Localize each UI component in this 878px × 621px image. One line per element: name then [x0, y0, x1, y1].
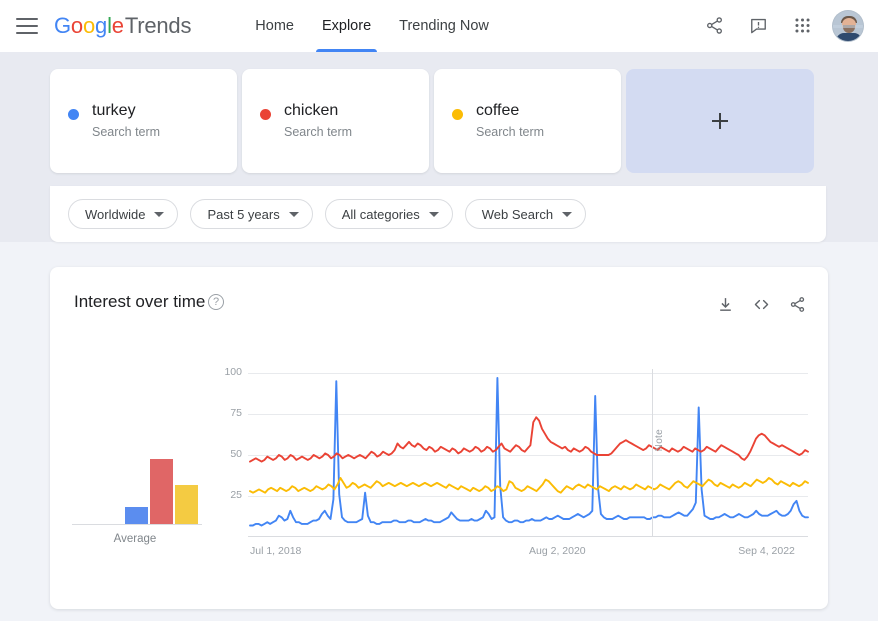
- filter-location[interactable]: Worldwide: [68, 199, 178, 229]
- app-header: Google Trends Home Explore Trending Now: [0, 0, 878, 52]
- chevron-down-icon: [154, 212, 164, 217]
- hamburger-icon[interactable]: [16, 18, 38, 34]
- query-panel: turkey Search term chicken Search term c…: [0, 52, 878, 242]
- feedback-icon[interactable]: [738, 6, 778, 46]
- time-series-chart: 100 75 50 25 Note Jul 1, 2018 Aug 2, 202…: [212, 367, 828, 567]
- chart-plot-area: Average 100 75 50 25 Note Jul 1, 2018: [50, 367, 828, 567]
- nav-item-explore[interactable]: Explore: [308, 0, 385, 52]
- average-label: Average: [60, 533, 210, 545]
- nav-item-home[interactable]: Home: [241, 0, 308, 52]
- x-axis: [248, 536, 808, 537]
- search-term-card-chicken[interactable]: chicken Search term: [242, 69, 429, 173]
- filter-search-type-label: Web Search: [482, 207, 553, 222]
- chevron-down-icon: [289, 212, 299, 217]
- search-term-card-turkey[interactable]: turkey Search term: [50, 69, 237, 173]
- x-tick-start: Jul 1, 2018: [250, 545, 301, 557]
- search-term-label: turkey: [92, 102, 136, 120]
- series-color-dot-chicken: [260, 109, 271, 120]
- product-name: Trends: [125, 13, 191, 39]
- x-tick-end: Sep 4, 2022: [738, 545, 795, 557]
- average-bar-turkey[interactable]: [125, 507, 148, 524]
- google-wordmark: Google: [54, 13, 124, 39]
- chevron-down-icon: [562, 212, 572, 217]
- google-trends-page: Google Trends Home Explore Trending Now: [0, 0, 878, 621]
- search-term-label: coffee: [476, 102, 519, 120]
- note-annotation-line: [652, 369, 653, 536]
- share-icon[interactable]: [694, 6, 734, 46]
- series-line-turkey: [250, 378, 808, 526]
- google-trends-logo[interactable]: Google Trends: [54, 13, 191, 39]
- search-term-card-coffee[interactable]: coffee Search term: [434, 69, 621, 173]
- add-comparison-button[interactable]: [626, 69, 814, 173]
- page-title: Interest over time: [74, 292, 205, 312]
- search-term-cards: turkey Search term chicken Search term c…: [50, 69, 814, 173]
- search-term-label: chicken: [284, 102, 338, 120]
- chevron-down-icon: [429, 212, 439, 217]
- interest-over-time-card: Interest over time ?: [50, 267, 828, 609]
- x-tick-middle: Aug 2, 2020: [529, 545, 586, 557]
- average-bar-chicken[interactable]: [150, 459, 173, 524]
- filter-bar: Worldwide Past 5 years All categories We…: [50, 186, 826, 242]
- search-term-type: Search term: [284, 125, 352, 139]
- share-icon[interactable]: [784, 291, 810, 317]
- avatar[interactable]: [832, 10, 864, 42]
- note-annotation-label: Note: [654, 429, 665, 451]
- embed-code-icon[interactable]: [748, 291, 774, 317]
- nav-item-trending-now[interactable]: Trending Now: [385, 0, 503, 52]
- average-baseline: [72, 524, 202, 525]
- help-icon[interactable]: ?: [208, 294, 224, 310]
- search-term-type: Search term: [92, 125, 160, 139]
- filter-time-range-label: Past 5 years: [207, 207, 279, 222]
- filter-category-label: All categories: [342, 207, 420, 222]
- series-path-group: [250, 378, 808, 526]
- header-actions: [694, 6, 878, 46]
- series-color-dot-turkey: [68, 109, 79, 120]
- main-nav: Home Explore Trending Now: [241, 0, 503, 52]
- average-bars: [125, 459, 198, 524]
- filter-search-type[interactable]: Web Search: [465, 199, 586, 229]
- download-icon[interactable]: [712, 291, 738, 317]
- filter-location-label: Worldwide: [85, 207, 145, 222]
- average-bar-coffee[interactable]: [175, 485, 198, 524]
- search-term-type: Search term: [476, 125, 544, 139]
- apps-grid-icon[interactable]: [782, 6, 822, 46]
- chart-actions: [712, 291, 810, 317]
- filter-time-range[interactable]: Past 5 years: [190, 199, 312, 229]
- average-bar-chart: Average: [60, 367, 210, 567]
- series-color-dot-coffee: [452, 109, 463, 120]
- series-lines: [212, 367, 828, 567]
- filter-category[interactable]: All categories: [325, 199, 453, 229]
- plus-icon: [712, 113, 728, 129]
